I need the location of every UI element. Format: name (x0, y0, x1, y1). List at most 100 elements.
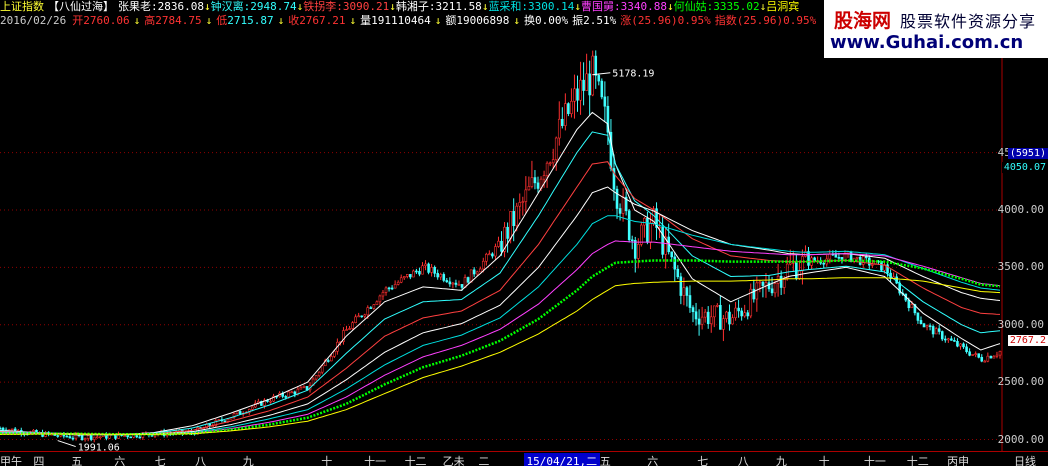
candle-body (439, 274, 443, 278)
candle-body (545, 162, 549, 176)
x-tick-label: 二 (478, 455, 490, 466)
candle-body (688, 295, 692, 308)
candle-body (518, 202, 522, 207)
candle-body (676, 268, 680, 278)
index-change-value: (25.96)0.95% (736, 14, 817, 27)
candle-body (807, 251, 810, 266)
candle-body (551, 159, 555, 164)
candle-body (536, 182, 540, 189)
candle-body (627, 210, 631, 241)
arrow-icon: ↓ (513, 14, 521, 27)
candle-body (603, 96, 607, 107)
candle-body (567, 103, 570, 114)
logo-url: www.Guhai.com.cn (830, 32, 1024, 53)
candle-body (302, 386, 306, 388)
logo-subtitle: 股票软件资源分享 (900, 12, 1037, 31)
candle-body (779, 275, 783, 288)
candle-body (767, 282, 771, 290)
candle-body (573, 88, 576, 102)
candle-body (56, 435, 60, 437)
candle-body (345, 329, 348, 331)
x-tick-label: 五 (599, 455, 611, 466)
candle-body (694, 311, 698, 320)
candle-body (238, 410, 242, 415)
y-tick-label: 2000.00 (997, 432, 1044, 446)
x-tick-label: 八 (737, 455, 749, 466)
x-tick-label: 十一 (364, 455, 387, 466)
candle-body (65, 435, 69, 438)
candle-body (533, 177, 537, 184)
candle-body (32, 429, 35, 432)
x-tick-label: 十一 (863, 455, 886, 466)
candle-body (943, 338, 947, 341)
candle-body (907, 299, 911, 309)
x-axis[interactable]: 甲午四五六七八九十十一 十二 乙未二 15/04/21,二五六七八九十十一 十二 丙申 日线 (0, 451, 1048, 466)
candle-body (722, 318, 725, 330)
candle-body (719, 304, 722, 330)
candle-body (390, 287, 394, 290)
candle-body (284, 396, 288, 398)
candle-body (442, 274, 446, 281)
candle-body (92, 436, 96, 440)
candle-body (497, 240, 500, 247)
candle-body (700, 316, 704, 325)
right-tag-mid: 4050.07 (1001, 162, 1048, 173)
candle-body (670, 251, 674, 258)
high-point-label: 5178.19 (612, 69, 654, 80)
last-price-tag: 2767.2 (1007, 335, 1048, 346)
candle-body (871, 264, 874, 266)
low-point-label-leader (57, 440, 76, 448)
series-line-3 (0, 186, 1001, 436)
candle-body (509, 211, 512, 239)
candle-body (466, 277, 470, 283)
candle-body (728, 311, 731, 325)
candle-body (460, 284, 464, 288)
index-change-label: 指数 (714, 14, 737, 27)
candle-body (855, 256, 859, 259)
candle-body (956, 341, 959, 347)
arrow-icon: ↓ (667, 0, 674, 13)
change-label: 涨 (620, 14, 632, 27)
indicator-header: 上证指数 【八仙过海】 张果老:2836.08↓钟汉离:2948.74↓铁拐李:30… (0, 0, 803, 14)
candle-body (673, 256, 677, 270)
indicator-value-1: 钟汉离:2948.74 (210, 0, 297, 13)
candle-body (706, 311, 710, 325)
open-value: 2760.06 (83, 14, 130, 27)
change-value: (25.96)0.95% (631, 14, 711, 27)
candle-body (989, 355, 993, 359)
candle-body (737, 307, 740, 312)
candle-body (679, 276, 683, 296)
candle-body (682, 287, 686, 296)
candle-body (761, 281, 765, 286)
candle-body (415, 270, 418, 273)
low-label: 低 (216, 14, 228, 27)
indicator-value-2: 铁拐李:3090.21 (303, 0, 390, 13)
high-value: 2784.75 (155, 14, 202, 27)
candle-body (995, 354, 999, 357)
candle-body (226, 418, 230, 422)
candle-body (351, 322, 354, 329)
indicator-values: 张果老:2836.08↓钟汉离:2948.74↓铁拐李:3090.21↓韩湘子:… (118, 0, 799, 13)
candle-body (235, 410, 239, 414)
y-tick-label: 4000.00 (997, 202, 1044, 216)
candle-body (582, 79, 585, 91)
candle-body (770, 288, 774, 294)
candle-body (384, 287, 388, 293)
volume-value: 191110464 (371, 14, 431, 27)
index-name: 上证指数 (0, 0, 44, 13)
arrow-icon: ↓ (277, 14, 285, 27)
candle-body (372, 304, 376, 309)
candle-body (731, 317, 734, 325)
open-label: 开 (72, 14, 84, 27)
candle-body (910, 304, 914, 309)
amount-label: 额 (445, 14, 457, 27)
candle-body (427, 263, 430, 273)
candle-body (822, 262, 826, 265)
close-value: 2767.21 (299, 14, 346, 27)
candle-body (618, 208, 622, 214)
candle-body (940, 331, 944, 340)
x-tick-label: 15/04/21,二 (523, 453, 601, 466)
candle-body (457, 284, 461, 286)
candle-body (950, 338, 953, 341)
candle-body (293, 391, 297, 395)
